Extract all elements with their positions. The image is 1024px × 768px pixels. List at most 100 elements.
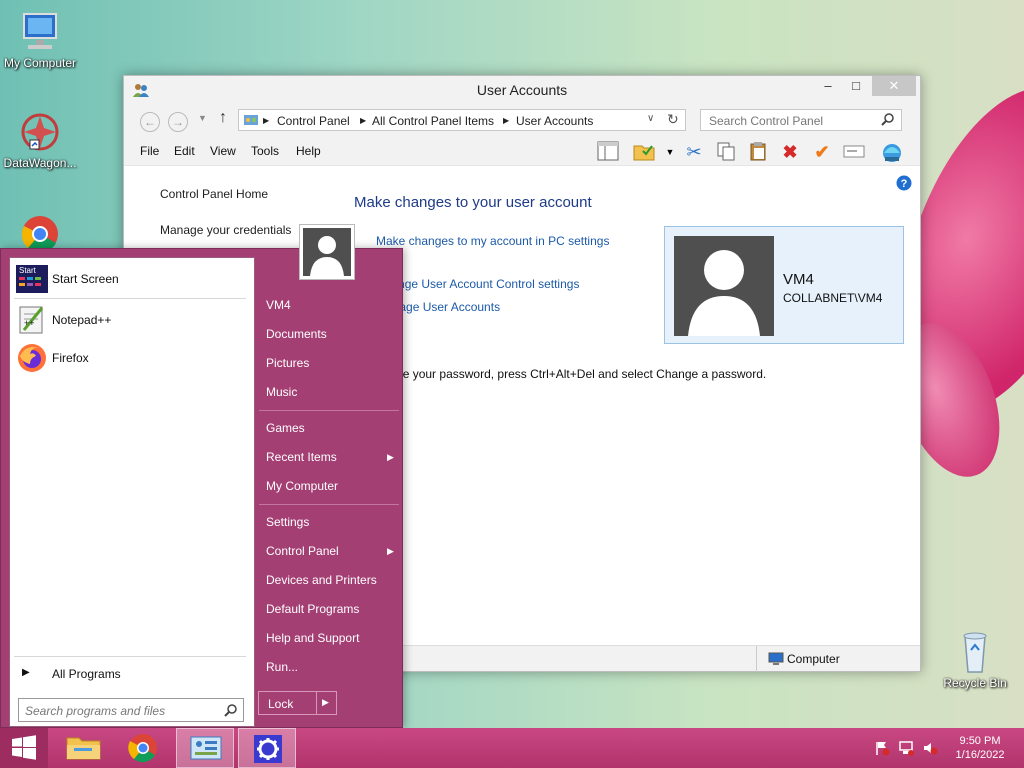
- search-icon[interactable]: [881, 112, 895, 129]
- taskbar-chrome[interactable]: [114, 728, 172, 768]
- svg-text:++: ++: [24, 318, 35, 328]
- avatar: [303, 228, 351, 276]
- up-button[interactable]: ↑: [219, 109, 227, 127]
- rename-icon[interactable]: [842, 141, 866, 163]
- menu-tools[interactable]: Tools: [251, 144, 279, 158]
- cut-icon[interactable]: ✂: [682, 141, 706, 163]
- back-button[interactable]: ←: [140, 112, 160, 132]
- start-right-documents[interactable]: Documents: [266, 327, 327, 341]
- user-name: VM4: [783, 271, 814, 288]
- menu-bar: File Edit View Tools Help ▼ ✂ ✖ ✔: [124, 136, 920, 166]
- delete-icon[interactable]: ✖: [778, 141, 802, 163]
- taskbar-settings[interactable]: [238, 728, 296, 768]
- search-icon[interactable]: [224, 703, 238, 720]
- search-control-panel-input[interactable]: Search Control Panel: [700, 109, 902, 131]
- refresh-icon[interactable]: ↻: [667, 111, 679, 128]
- link-uac-settings[interactable]: Change User Account Control settings: [376, 277, 579, 291]
- address-dropdown-chevron-icon[interactable]: ∨: [647, 113, 654, 124]
- submenu-arrow-icon: ▶: [387, 546, 394, 556]
- clock[interactable]: 9:50 PM 1/16/2022: [944, 728, 1016, 768]
- svg-text:?: ?: [901, 178, 908, 190]
- desktop-icon-recycle-bin[interactable]: Recycle Bin: [935, 630, 1015, 690]
- paste-icon[interactable]: [746, 141, 770, 163]
- search-placeholder: Search programs and files: [25, 704, 166, 718]
- start-right-run[interactable]: Run...: [266, 660, 298, 674]
- breadcrumb-separator-icon: ▶: [360, 116, 367, 125]
- copy-icon[interactable]: [714, 141, 738, 163]
- volume-muted-icon[interactable]: [922, 740, 938, 759]
- lock-options-arrow-icon[interactable]: ▶: [322, 697, 329, 708]
- start-right-control-panel[interactable]: Control Panel: [266, 544, 339, 558]
- close-button[interactable]: ✕: [872, 76, 916, 96]
- folder-options-icon[interactable]: [632, 141, 656, 163]
- help-icon[interactable]: ?: [896, 175, 912, 194]
- computer-icon: [768, 652, 784, 669]
- start-right-games[interactable]: Games: [266, 421, 305, 435]
- menu-edit[interactable]: Edit: [174, 144, 195, 158]
- taskbar: 9:50 PM 1/16/2022: [0, 728, 1024, 768]
- address-bar[interactable]: ▶ Control Panel ▶ All Control Panel Item…: [238, 109, 686, 131]
- breadcrumb-separator-icon: ▶: [503, 116, 510, 125]
- maximize-button[interactable]: □: [842, 76, 870, 96]
- desktop-icon-datawagon[interactable]: DataWagon...: [0, 110, 80, 170]
- sidebar-control-panel-home[interactable]: Control Panel Home: [160, 187, 268, 201]
- folder-options-chevron-icon[interactable]: ▼: [658, 141, 682, 163]
- link-pc-settings[interactable]: Make changes to my account in PC setting…: [376, 234, 609, 248]
- start-user-picture[interactable]: [299, 224, 355, 280]
- taskbar-control-panel[interactable]: [176, 728, 234, 768]
- start-right-user[interactable]: VM4: [266, 298, 291, 312]
- lock-divider: [316, 692, 317, 714]
- start-right-help-support[interactable]: Help and Support: [266, 631, 359, 645]
- start-right-devices-printers[interactable]: Devices and Printers: [266, 573, 377, 587]
- all-programs-button[interactable]: ▶ All Programs: [16, 658, 250, 690]
- layout-pane-icon[interactable]: [596, 141, 620, 163]
- breadcrumb-control-panel[interactable]: Control Panel: [277, 114, 350, 128]
- firefox-icon: [16, 342, 48, 374]
- menu-file[interactable]: File: [140, 144, 159, 158]
- start-right-default-programs[interactable]: Default Programs: [266, 602, 359, 616]
- start-item-start-screen[interactable]: Start Start Screen: [16, 263, 250, 295]
- breadcrumb-all-items[interactable]: All Control Panel Items: [372, 114, 494, 128]
- start-item-firefox[interactable]: Firefox: [16, 342, 250, 374]
- start-right-my-computer[interactable]: My Computer: [266, 479, 338, 493]
- user-silhouette-icon: [310, 236, 344, 276]
- recycle-bin-icon: [951, 630, 999, 674]
- taskbar-file-explorer[interactable]: [54, 728, 112, 768]
- start-item-label: Start Screen: [52, 272, 119, 286]
- user-silhouette-icon: [688, 250, 760, 336]
- lock-button[interactable]: Lock ▶: [258, 691, 337, 715]
- breadcrumb-user-accounts[interactable]: User Accounts: [516, 114, 593, 128]
- action-center-flag-icon[interactable]: [874, 740, 890, 759]
- menu-help[interactable]: Help: [296, 144, 321, 158]
- start-right-recent-items[interactable]: Recent Items: [266, 450, 337, 464]
- chrome-icon: [128, 734, 157, 763]
- sidebar-manage-credentials[interactable]: Manage your credentials: [160, 223, 291, 237]
- all-programs-arrow-icon: ▶: [22, 667, 30, 678]
- clock-time: 9:50 PM: [959, 735, 1001, 747]
- user-domain: COLLABNET\VM4: [783, 291, 883, 305]
- desktop-icon-my-computer[interactable]: My Computer: [0, 10, 80, 70]
- file-explorer-icon: [66, 737, 101, 760]
- lock-label: Lock: [268, 697, 294, 711]
- search-programs-input[interactable]: Search programs and files: [18, 698, 244, 722]
- network-icon[interactable]: [898, 740, 914, 759]
- window-titlebar[interactable]: User Accounts – □ ✕: [124, 76, 920, 104]
- shell-globe-icon[interactable]: [880, 141, 904, 163]
- start-screen-icon: Start: [16, 263, 48, 295]
- start-item-notepad-plus-plus[interactable]: ++ Notepad++: [16, 304, 250, 336]
- avatar: [674, 236, 774, 336]
- start-right-pictures[interactable]: Pictures: [266, 356, 309, 370]
- start-right-music[interactable]: Music: [266, 385, 297, 399]
- window-title: User Accounts: [476, 82, 568, 98]
- forward-button[interactable]: →: [168, 112, 188, 132]
- properties-checkmark-icon[interactable]: ✔: [810, 141, 834, 163]
- windows-logo-icon: [12, 735, 36, 760]
- start-right-settings[interactable]: Settings: [266, 515, 309, 529]
- start-button[interactable]: [0, 728, 48, 768]
- recent-locations-chevron-icon[interactable]: ▼: [198, 113, 207, 123]
- menu-view[interactable]: View: [210, 144, 236, 158]
- status-location: Computer: [787, 652, 840, 666]
- computer-icon: [16, 10, 64, 54]
- desktop-icon-label: My Computer: [3, 56, 77, 70]
- minimize-button[interactable]: –: [814, 76, 842, 96]
